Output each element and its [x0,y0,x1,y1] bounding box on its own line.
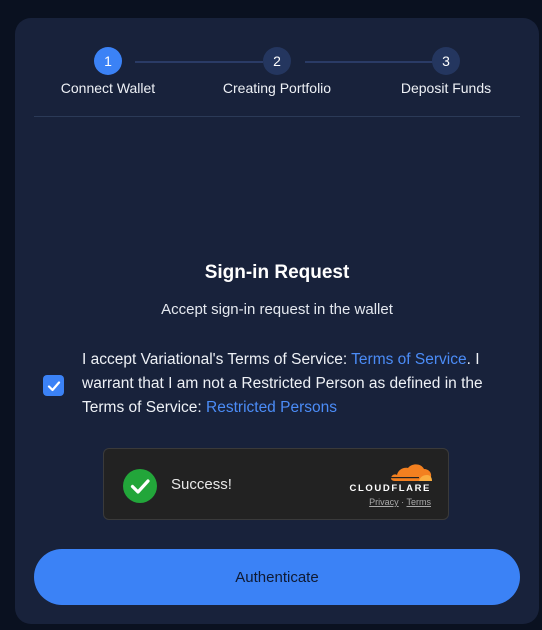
step-3-label: Deposit Funds [400,80,492,96]
step-3-indicator: 3 [432,47,460,75]
success-check-icon [123,469,157,503]
link-separator: · [401,497,405,507]
step-2-indicator: 2 [263,47,291,75]
step-connector [135,61,263,63]
cloudflare-captcha-widget: Success! CLOUDFLARE Privacy · Terms [103,448,449,520]
step-connector [305,61,433,63]
authenticate-button[interactable]: Authenticate [34,549,520,605]
checkmark-icon [47,380,60,391]
terms-checkbox[interactable] [43,375,64,396]
header-divider [34,116,520,117]
captcha-status: Success! [171,476,232,493]
step-2-label: Creating Portfolio [222,80,332,96]
cloudflare-logo-icon [391,464,432,481]
signin-title: Sign-in Request [204,262,350,283]
cloudflare-wordmark: CLOUDFLARE [349,483,431,494]
progress-stepper: 1 2 3 Connect Wallet Creating Portfolio … [15,47,539,117]
cloudflare-links: Privacy · Terms [369,497,431,507]
terms-of-service-link[interactable]: Terms of Service [351,351,466,368]
signin-modal: 1 2 3 Connect Wallet Creating Portfolio … [15,18,539,624]
signin-subtitle: Accept sign-in request in the wallet [161,301,393,318]
terms-link[interactable]: Terms [407,497,432,507]
terms-text-1: I accept Variational's Terms of Service: [82,351,352,368]
restricted-persons-link[interactable]: Restricted Persons [206,399,337,416]
privacy-link[interactable]: Privacy [369,497,399,507]
terms-statement: I accept Variational's Terms of Service:… [82,348,502,420]
step-1-label: Connect Wallet [60,80,156,96]
step-1-indicator: 1 [94,47,122,75]
